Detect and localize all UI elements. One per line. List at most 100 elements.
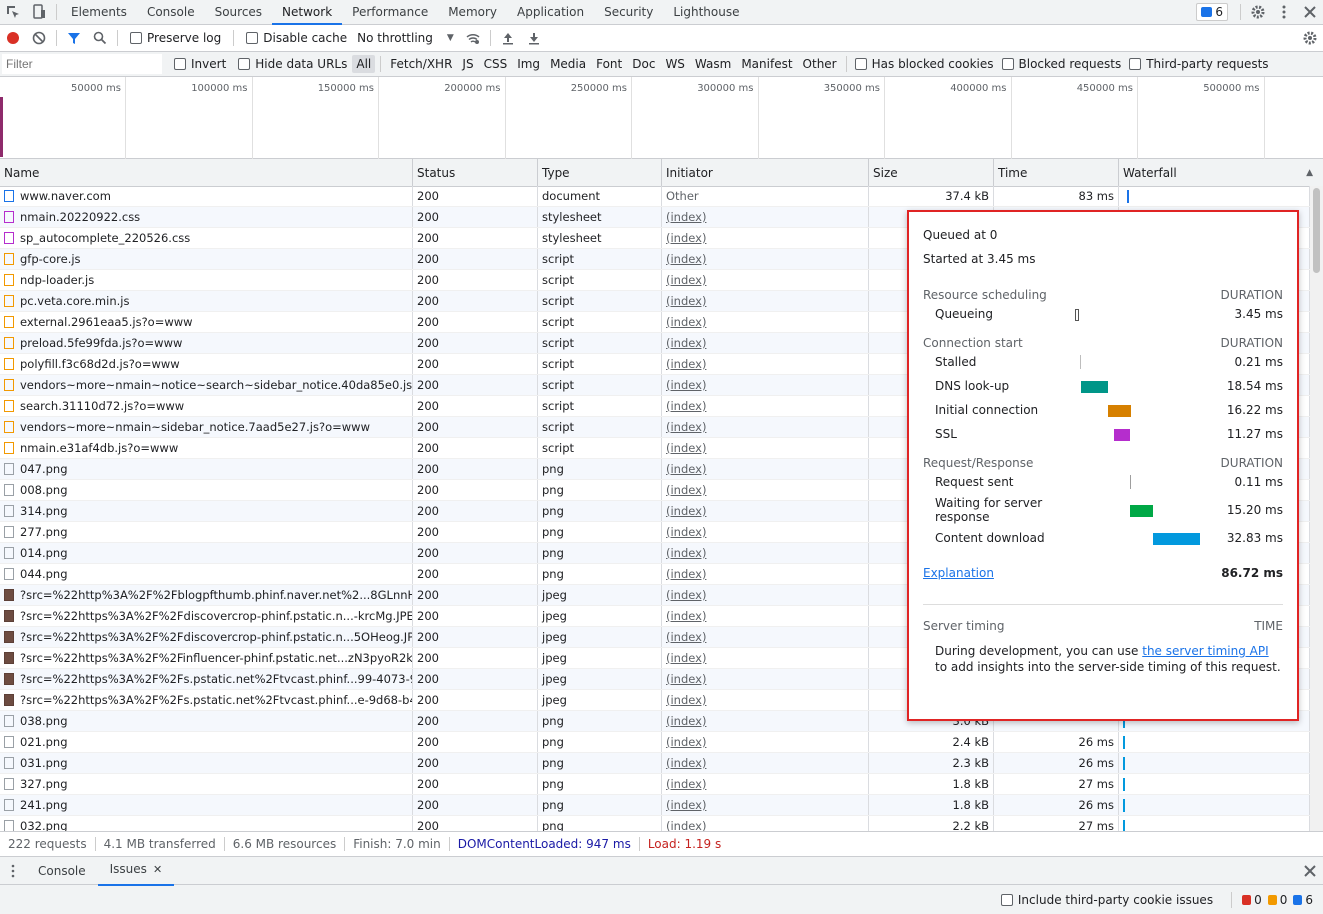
request-name[interactable]: search.31110d72.js?o=www <box>20 396 184 416</box>
initiator-link[interactable]: (index) <box>666 252 706 266</box>
request-name[interactable]: polyfill.f3c68d2d.js?o=www <box>20 354 180 374</box>
name-cell[interactable]: gfp-core.js <box>0 249 413 269</box>
initiator-link[interactable]: (index) <box>666 714 706 728</box>
request-name[interactable]: vendors~more~nmain~notice~search~sidebar… <box>20 375 412 395</box>
request-name[interactable]: pc.veta.core.min.js <box>20 291 129 311</box>
initiator-link[interactable]: (index) <box>666 399 706 413</box>
clear-icon[interactable] <box>26 26 52 50</box>
name-cell[interactable]: preload.5fe99fda.js?o=www <box>0 333 413 353</box>
table-row[interactable]: 327.png 200 png (index) 1.8 kB 27 ms <box>0 774 1310 795</box>
checkbox-box[interactable] <box>246 32 259 44</box>
name-cell[interactable]: 241.png <box>0 795 413 815</box>
network-overview-timeline[interactable]: 50000 ms 100000 ms 150000 ms 200000 ms 25000… <box>0 77 1323 159</box>
third-party-cookie-issues-checkbox[interactable]: Include third-party cookie issues <box>1000 893 1213 907</box>
name-cell[interactable]: vendors~more~nmain~notice~search~sidebar… <box>0 375 413 395</box>
filter-type-doc[interactable]: Doc <box>628 55 659 73</box>
request-name[interactable]: 021.png <box>20 732 68 752</box>
name-cell[interactable]: vendors~more~nmain~sidebar_notice.7aad5e… <box>0 417 413 437</box>
name-cell[interactable]: ?src=%22https%3A%2F%2Finfluencer-phinf.p… <box>0 648 413 668</box>
name-cell[interactable]: 032.png <box>0 816 413 831</box>
initiator-link[interactable]: (index) <box>666 441 706 455</box>
name-cell[interactable]: ndp-loader.js <box>0 270 413 290</box>
request-name[interactable]: preload.5fe99fda.js?o=www <box>20 333 182 353</box>
warning-count[interactable]: 0 <box>1267 893 1287 907</box>
filter-type-ws[interactable]: WS <box>661 55 688 73</box>
name-cell[interactable]: 327.png <box>0 774 413 794</box>
initiator-link[interactable]: (index) <box>666 567 706 581</box>
export-har-icon[interactable] <box>521 26 547 50</box>
panel-tab-console[interactable]: Console <box>137 0 205 25</box>
filter-type-wasm[interactable]: Wasm <box>691 55 735 73</box>
request-name[interactable]: www.naver.com <box>20 186 111 206</box>
table-row[interactable]: www.naver.com 200 document Other 37.4 kB 83 m… <box>0 186 1310 207</box>
filter-type-manifest[interactable]: Manifest <box>737 55 796 73</box>
initiator-link[interactable]: (index) <box>666 273 706 287</box>
disable-cache-checkbox[interactable]: Disable cache <box>246 31 347 45</box>
initiator-link[interactable]: (index) <box>666 357 706 371</box>
preserve-log-checkbox[interactable]: Preserve log <box>130 31 221 45</box>
name-cell[interactable]: 044.png <box>0 564 413 584</box>
name-cell[interactable]: polyfill.f3c68d2d.js?o=www <box>0 354 413 374</box>
name-cell[interactable]: nmain.20220922.css <box>0 207 413 227</box>
initiator-link[interactable]: (index) <box>666 525 706 539</box>
close-drawer-icon[interactable] <box>1297 859 1323 883</box>
name-cell[interactable]: 014.png <box>0 543 413 563</box>
name-cell[interactable]: ?src=%22https%3A%2F%2Fs.pstatic.net%2Ftv… <box>0 690 413 710</box>
panel-tab-elements[interactable]: Elements <box>61 0 137 25</box>
device-toolbar-icon[interactable] <box>26 0 52 24</box>
name-cell[interactable]: ?src=%22https%3A%2F%2Fdiscovercrop-phinf… <box>0 627 413 647</box>
initiator-link[interactable]: (index) <box>666 336 706 350</box>
info-count[interactable]: 6 <box>1293 893 1313 907</box>
filter-type-all[interactable]: All <box>352 55 376 73</box>
request-name[interactable]: 038.png <box>20 711 68 731</box>
has-blocked-cookies-checkbox[interactable]: Has blocked cookies <box>854 57 994 71</box>
filter-type-css[interactable]: CSS <box>480 55 512 73</box>
drawer-tab-console[interactable]: Console <box>26 857 98 885</box>
close-tab-icon[interactable]: ✕ <box>153 863 162 876</box>
request-name[interactable]: 327.png <box>20 774 68 794</box>
request-name[interactable]: 044.png <box>20 564 68 584</box>
checkbox-box[interactable] <box>1129 58 1142 70</box>
filter-icon[interactable] <box>61 26 87 50</box>
request-name[interactable]: nmain.e31af4db.js?o=www <box>20 438 178 458</box>
request-name[interactable]: ?src=%22https%3A%2F%2Fdiscovercrop-phinf… <box>20 627 412 647</box>
request-name[interactable]: ?src=%22https%3A%2F%2Fdiscovercrop-phinf… <box>20 606 412 626</box>
name-cell[interactable]: search.31110d72.js?o=www <box>0 396 413 416</box>
more-options-icon[interactable] <box>1271 0 1297 24</box>
initiator-link[interactable]: (index) <box>666 693 706 707</box>
error-count[interactable]: 0 <box>1242 893 1262 907</box>
panel-tab-security[interactable]: Security <box>594 0 663 25</box>
hide-data-urls-checkbox[interactable]: Hide data URLs <box>238 57 347 71</box>
request-name[interactable]: 277.png <box>20 522 68 542</box>
initiator-link[interactable]: (index) <box>666 483 706 497</box>
scrollbar-thumb[interactable] <box>1313 188 1320 273</box>
panel-tab-lighthouse[interactable]: Lighthouse <box>663 0 749 25</box>
filter-input[interactable] <box>2 54 162 74</box>
request-name[interactable]: sp_autocomplete_220526.css <box>20 228 190 248</box>
column-header-type[interactable]: Type <box>538 159 662 186</box>
search-icon[interactable] <box>87 26 113 50</box>
drawer-menu-icon[interactable] <box>0 859 26 883</box>
request-name[interactable]: nmain.20220922.css <box>20 207 140 227</box>
name-cell[interactable]: 021.png <box>0 732 413 752</box>
name-cell[interactable]: pc.veta.core.min.js <box>0 291 413 311</box>
network-conditions-icon[interactable] <box>460 26 486 50</box>
initiator-link[interactable]: (index) <box>666 798 706 812</box>
name-cell[interactable]: sp_autocomplete_220526.css <box>0 228 413 248</box>
initiator-link[interactable]: (index) <box>666 777 706 791</box>
panel-tab-sources[interactable]: Sources <box>205 0 272 25</box>
column-header-status[interactable]: Status <box>413 159 538 186</box>
initiator-link[interactable]: (index) <box>666 210 706 224</box>
column-header-size[interactable]: Size <box>869 159 994 186</box>
table-row[interactable]: 031.png 200 png (index) 2.3 kB 26 ms <box>0 753 1310 774</box>
filter-type-font[interactable]: Font <box>592 55 626 73</box>
filter-type-other[interactable]: Other <box>799 55 841 73</box>
request-name[interactable]: ndp-loader.js <box>20 270 94 290</box>
request-name[interactable]: ?src=%22https%3A%2F%2Finfluencer-phinf.p… <box>20 648 412 668</box>
request-name[interactable]: 314.png <box>20 501 68 521</box>
request-name[interactable]: external.2961eaa5.js?o=www <box>20 312 193 332</box>
throttling-select[interactable]: No throttling ▼ <box>357 31 454 45</box>
filter-type-fetch-xhr[interactable]: Fetch/XHR <box>386 55 456 73</box>
table-row[interactable]: 032.png 200 png (index) 2.2 kB 27 ms <box>0 816 1310 831</box>
request-name[interactable]: ?src=%22http%3A%2F%2Fblogpfthumb.phinf.n… <box>20 585 412 605</box>
